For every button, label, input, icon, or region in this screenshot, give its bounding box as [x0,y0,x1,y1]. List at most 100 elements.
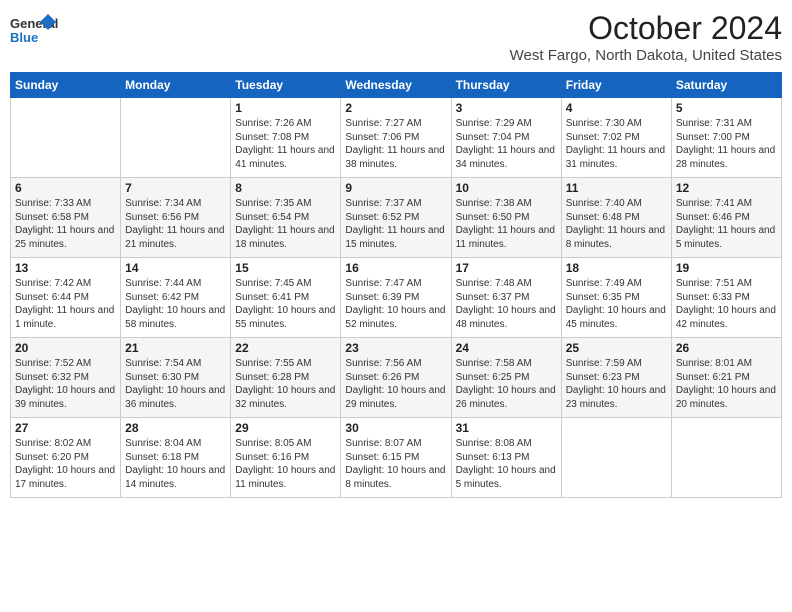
day-number: 29 [235,421,336,435]
day-info: Sunrise: 7:59 AM Sunset: 6:23 PM Dayligh… [566,357,667,411]
day-number: 22 [235,341,336,355]
day-info: Sunrise: 7:31 AM Sunset: 7:00 PM Dayligh… [676,117,777,171]
day-info: Sunrise: 7:52 AM Sunset: 6:32 PM Dayligh… [15,357,116,411]
day-info: Sunrise: 7:54 AM Sunset: 6:30 PM Dayligh… [125,357,226,411]
calendar-cell: 30Sunrise: 8:07 AM Sunset: 6:15 PM Dayli… [341,418,451,498]
logo-svg: General Blue [10,10,58,50]
calendar-cell: 14 Sunrise: 7:44 AM Sunset: 6:42 PM Dayli… [121,258,231,338]
calendar-table: SundayMondayTuesdayWednesdayThursdayFrid… [10,72,782,498]
day-info: Sunrise: 7:27 AM Sunset: 7:06 PM Dayligh… [345,117,446,171]
calendar-cell: 29 Sunrise: 8:05 AM Sunset: 6:16 PM Dayli… [231,418,341,498]
day-number: 21 [125,341,226,355]
day-number: 28 [125,421,226,435]
day-info: Sunrise: 7:33 AM Sunset: 6:58 PM Dayligh… [15,197,116,251]
day-info: Sunrise: 7:56 AM Sunset: 6:26 PM Dayligh… [345,357,446,411]
day-number: 25 [566,341,667,355]
calendar-cell: 3 Sunrise: 7:29 AM Sunset: 7:04 PM Daylig… [451,98,561,178]
day-info: Sunrise: 8:05 AM Sunset: 6:16 PM Dayligh… [235,437,336,491]
day-info: Sunrise: 7:49 AM Sunset: 6:35 PM Dayligh… [566,277,667,331]
day-number: 1 [235,101,336,115]
calendar-cell: 22 Sunrise: 7:55 AM Sunset: 6:28 PM Dayli… [231,338,341,418]
calendar-cell: 13 Sunrise: 7:42 AM Sunset: 6:44 PM Dayli… [11,258,121,338]
day-number: 11 [566,181,667,195]
day-info: Sunrise: 7:29 AM Sunset: 7:04 PM Dayligh… [456,117,557,171]
day-info: Sunrise: 7:38 AM Sunset: 6:50 PM Dayligh… [456,197,557,251]
calendar-cell: 18 Sunrise: 7:49 AM Sunset: 6:35 PM Dayli… [561,258,671,338]
calendar-header-thursday: Thursday [451,73,561,98]
calendar-week-row: 6Sunrise: 7:33 AM Sunset: 6:58 PM Daylig… [11,178,782,258]
calendar-header-monday: Monday [121,73,231,98]
day-info: Sunrise: 8:07 AM Sunset: 6:15 PM Dayligh… [345,437,446,491]
day-number: 5 [676,101,777,115]
calendar-cell: 26 Sunrise: 8:01 AM Sunset: 6:21 PM Dayli… [671,338,781,418]
calendar-cell: 12 Sunrise: 7:41 AM Sunset: 6:46 PM Dayli… [671,178,781,258]
day-info: Sunrise: 7:47 AM Sunset: 6:39 PM Dayligh… [345,277,446,331]
day-info: Sunrise: 8:02 AM Sunset: 6:20 PM Dayligh… [15,437,116,491]
day-number: 4 [566,101,667,115]
day-number: 12 [676,181,777,195]
calendar-cell [671,418,781,498]
day-number: 8 [235,181,336,195]
page-header: General Blue October 2024 West Fargo, No… [10,10,782,64]
day-info: Sunrise: 8:04 AM Sunset: 6:18 PM Dayligh… [125,437,226,491]
day-info: Sunrise: 7:51 AM Sunset: 6:33 PM Dayligh… [676,277,777,331]
day-number: 14 [125,261,226,275]
calendar-cell: 19 Sunrise: 7:51 AM Sunset: 6:33 PM Dayli… [671,258,781,338]
calendar-cell [561,418,671,498]
calendar-header-saturday: Saturday [671,73,781,98]
title-block: October 2024 West Fargo, North Dakota, U… [510,10,782,64]
calendar-cell: 23 Sunrise: 7:56 AM Sunset: 6:26 PM Dayli… [341,338,451,418]
calendar-cell [11,98,121,178]
calendar-week-row: 1Sunrise: 7:26 AM Sunset: 7:08 PM Daylig… [11,98,782,178]
calendar-cell: 1Sunrise: 7:26 AM Sunset: 7:08 PM Daylig… [231,98,341,178]
day-number: 31 [456,421,557,435]
day-number: 15 [235,261,336,275]
calendar-cell: 21 Sunrise: 7:54 AM Sunset: 6:30 PM Dayli… [121,338,231,418]
calendar-cell: 31Sunrise: 8:08 AM Sunset: 6:13 PM Dayli… [451,418,561,498]
calendar-cell: 2 Sunrise: 7:27 AM Sunset: 7:06 PM Daylig… [341,98,451,178]
calendar-week-row: 13 Sunrise: 7:42 AM Sunset: 6:44 PM Dayli… [11,258,782,338]
day-info: Sunrise: 7:44 AM Sunset: 6:42 PM Dayligh… [125,277,226,331]
calendar-cell: 11Sunrise: 7:40 AM Sunset: 6:48 PM Dayli… [561,178,671,258]
day-info: Sunrise: 7:55 AM Sunset: 6:28 PM Dayligh… [235,357,336,411]
day-number: 18 [566,261,667,275]
day-info: Sunrise: 7:34 AM Sunset: 6:56 PM Dayligh… [125,197,226,251]
calendar-cell: 15Sunrise: 7:45 AM Sunset: 6:41 PM Dayli… [231,258,341,338]
calendar-cell: 6Sunrise: 7:33 AM Sunset: 6:58 PM Daylig… [11,178,121,258]
day-number: 19 [676,261,777,275]
day-number: 27 [15,421,116,435]
day-info: Sunrise: 7:41 AM Sunset: 6:46 PM Dayligh… [676,197,777,251]
calendar-cell: 27 Sunrise: 8:02 AM Sunset: 6:20 PM Dayli… [11,418,121,498]
calendar-cell: 24 Sunrise: 7:58 AM Sunset: 6:25 PM Dayli… [451,338,561,418]
calendar-header-friday: Friday [561,73,671,98]
day-info: Sunrise: 7:58 AM Sunset: 6:25 PM Dayligh… [456,357,557,411]
calendar-cell: 10Sunrise: 7:38 AM Sunset: 6:50 PM Dayli… [451,178,561,258]
day-number: 24 [456,341,557,355]
day-number: 13 [15,261,116,275]
month-title: October 2024 [510,10,782,47]
day-number: 20 [15,341,116,355]
calendar-header-tuesday: Tuesday [231,73,341,98]
day-info: Sunrise: 7:48 AM Sunset: 6:37 PM Dayligh… [456,277,557,331]
day-number: 23 [345,341,446,355]
calendar-cell: 17 Sunrise: 7:48 AM Sunset: 6:37 PM Dayli… [451,258,561,338]
day-number: 17 [456,261,557,275]
location-subtitle: West Fargo, North Dakota, United States [510,47,782,64]
day-info: Sunrise: 8:01 AM Sunset: 6:21 PM Dayligh… [676,357,777,411]
svg-text:Blue: Blue [10,30,38,45]
calendar-cell [121,98,231,178]
day-number: 2 [345,101,446,115]
calendar-week-row: 20 Sunrise: 7:52 AM Sunset: 6:32 PM Dayli… [11,338,782,418]
day-info: Sunrise: 7:42 AM Sunset: 6:44 PM Dayligh… [15,277,116,331]
calendar-header-wednesday: Wednesday [341,73,451,98]
calendar-cell: 9Sunrise: 7:37 AM Sunset: 6:52 PM Daylig… [341,178,451,258]
logo: General Blue [10,10,58,50]
day-info: Sunrise: 7:35 AM Sunset: 6:54 PM Dayligh… [235,197,336,251]
day-number: 3 [456,101,557,115]
calendar-cell: 5 Sunrise: 7:31 AM Sunset: 7:00 PM Daylig… [671,98,781,178]
calendar-header-sunday: Sunday [11,73,121,98]
day-number: 26 [676,341,777,355]
calendar-cell: 28 Sunrise: 8:04 AM Sunset: 6:18 PM Dayli… [121,418,231,498]
calendar-cell: 25 Sunrise: 7:59 AM Sunset: 6:23 PM Dayli… [561,338,671,418]
day-info: Sunrise: 7:30 AM Sunset: 7:02 PM Dayligh… [566,117,667,171]
